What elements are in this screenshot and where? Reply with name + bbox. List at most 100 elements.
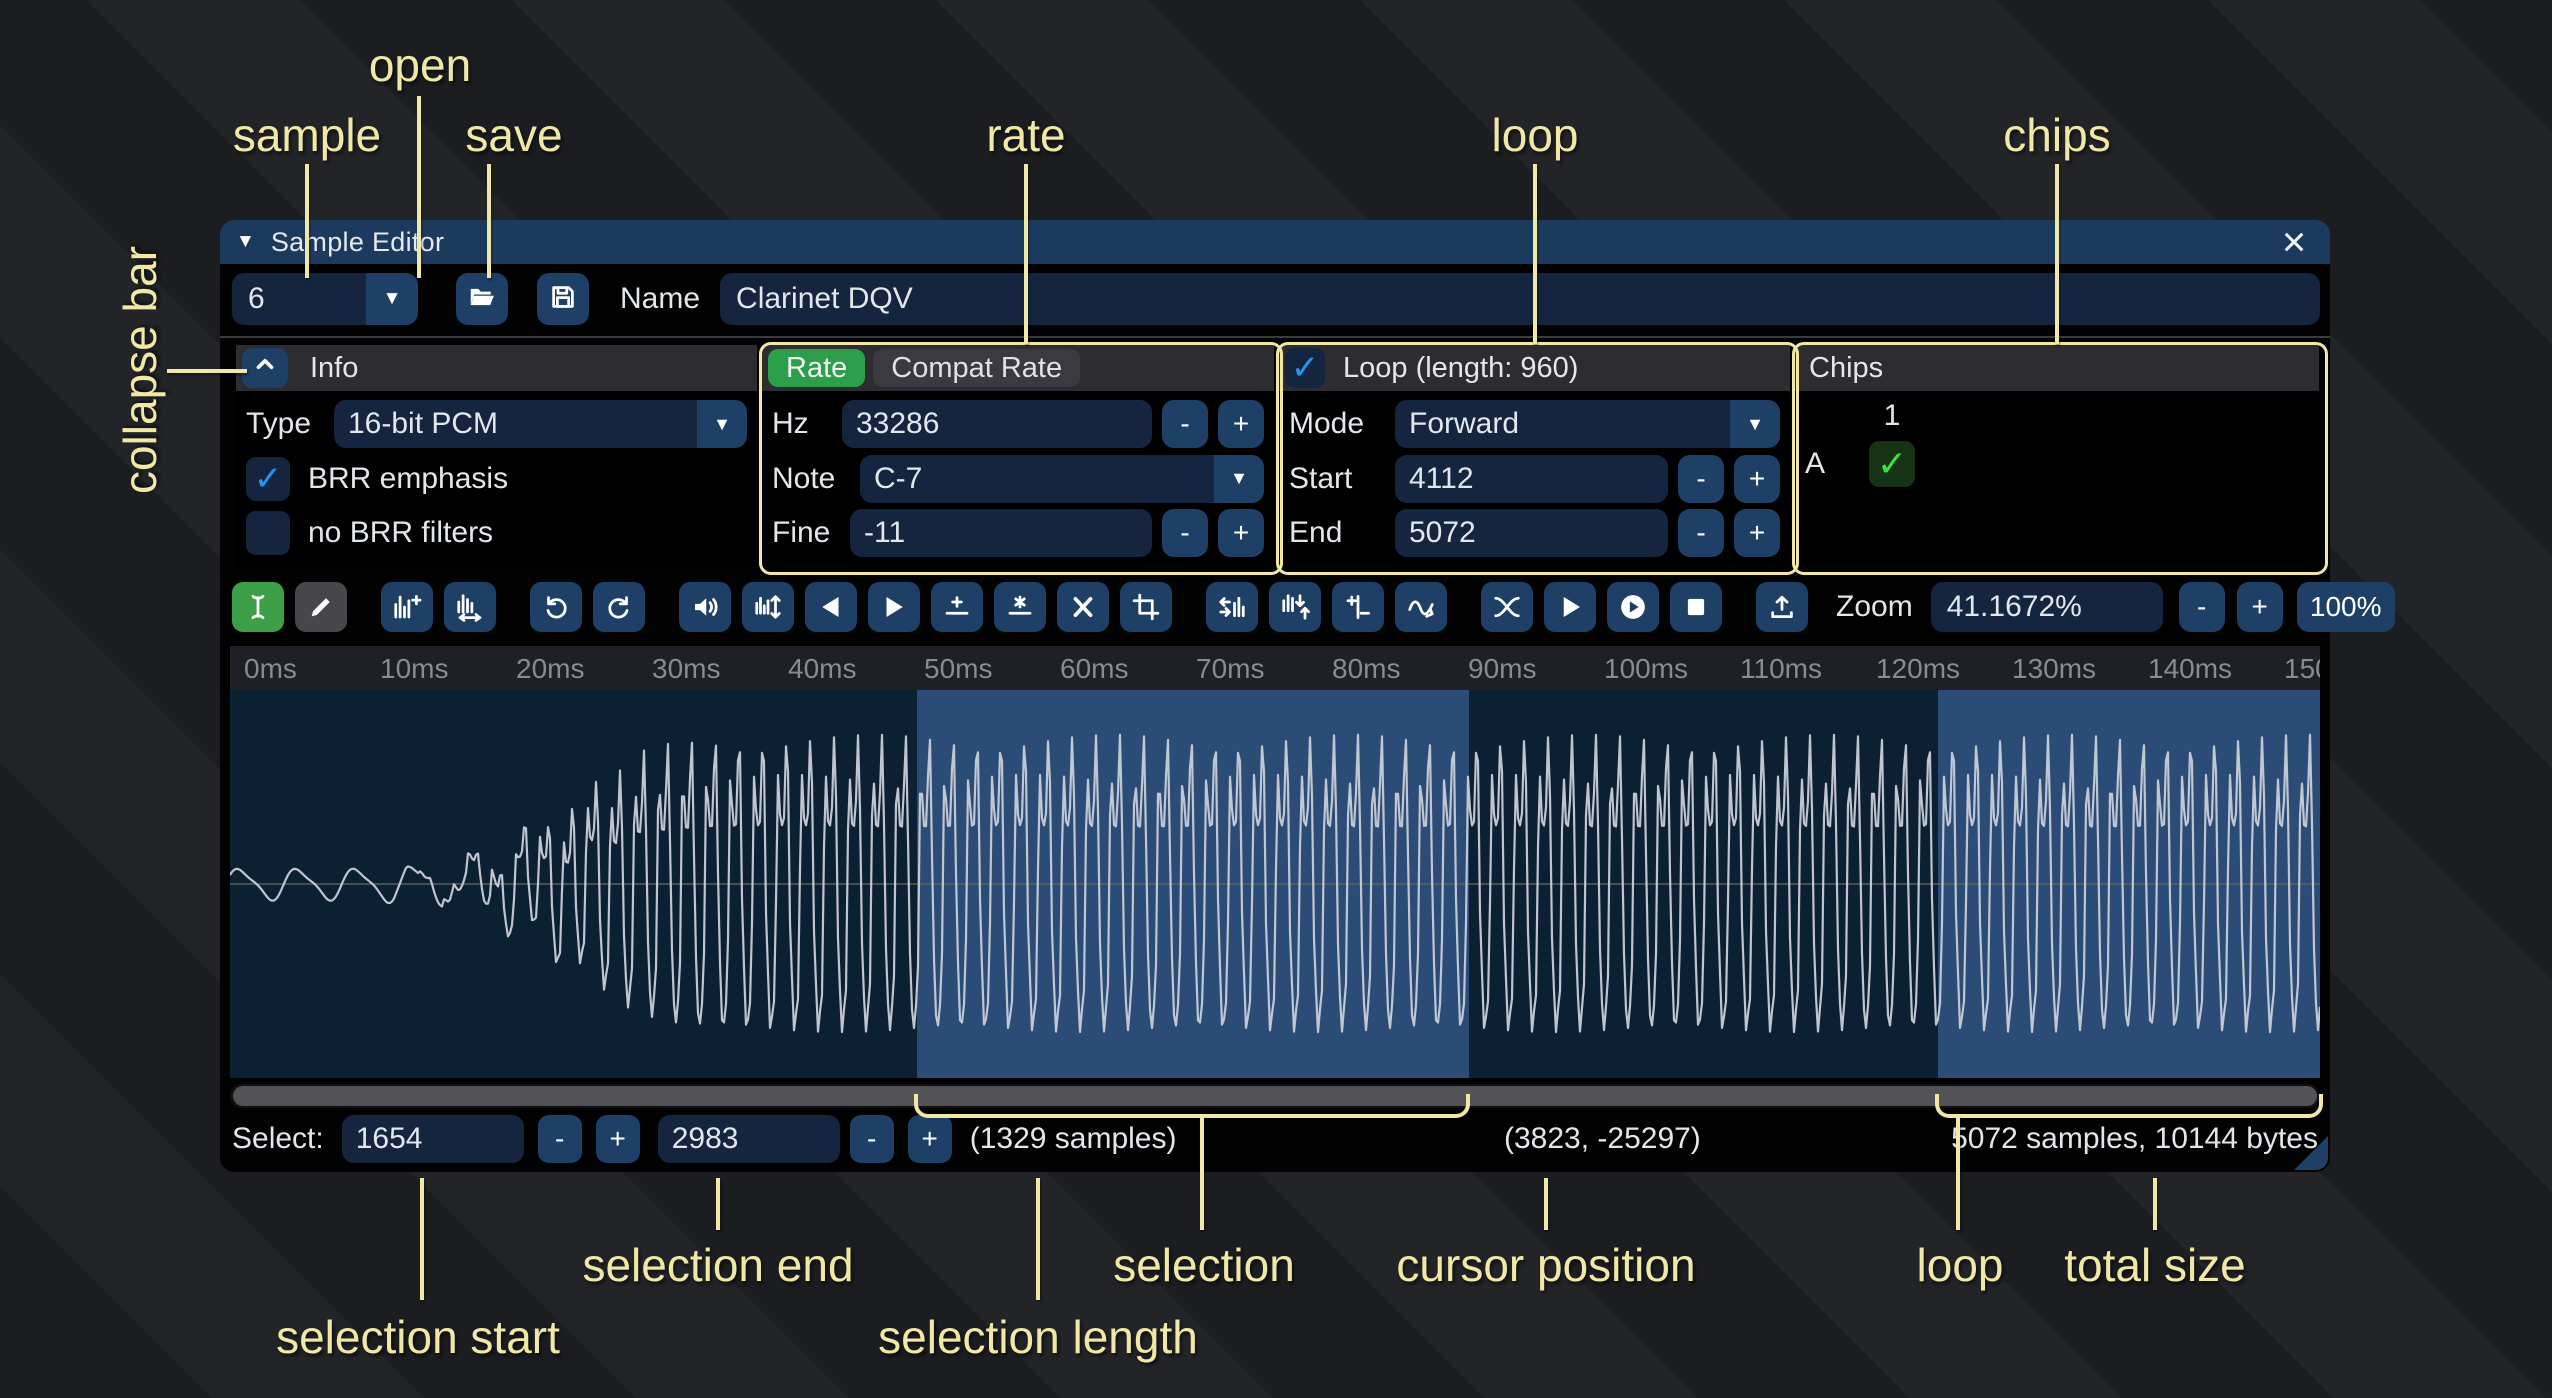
select-mode-button[interactable] xyxy=(232,582,284,632)
filter-button[interactable] xyxy=(1395,582,1447,632)
stop-icon xyxy=(1681,592,1711,622)
ruler-tick: 20ms xyxy=(516,653,584,685)
resize-button[interactable] xyxy=(381,582,433,632)
brr-emphasis-checkbox[interactable]: ✓ xyxy=(246,457,290,501)
invert-icon xyxy=(1280,592,1310,622)
info-header: Info xyxy=(310,352,358,385)
annotation-line-selection xyxy=(1200,1116,1204,1230)
undo-button[interactable] xyxy=(530,582,582,632)
undo-icon xyxy=(541,592,571,622)
annotation-label-sample: sample xyxy=(233,108,381,162)
play-loop-icon xyxy=(1618,592,1648,622)
sample-number-dropdown-icon[interactable]: ▼ xyxy=(366,273,418,325)
title-bar[interactable]: ▼ Sample Editor × xyxy=(220,220,2330,264)
sample-number-select[interactable]: 6 xyxy=(232,273,366,325)
close-icon[interactable]: × xyxy=(2272,220,2316,264)
annotation-label-selection-length: selection length xyxy=(878,1310,1198,1364)
resize-icon xyxy=(392,592,422,622)
resample-button[interactable] xyxy=(444,582,496,632)
play-icon xyxy=(1555,592,1585,622)
annotation-label-chips: chips xyxy=(2003,108,2110,162)
sign-invert-button[interactable] xyxy=(1332,582,1384,632)
amplify-button[interactable] xyxy=(679,582,731,632)
ruler-tick: 90ms xyxy=(1468,653,1536,685)
selection-start-input[interactable]: 1654 xyxy=(342,1115,524,1163)
ruler-tick: 150 xyxy=(2284,653,2320,685)
selection-start-plus-button[interactable]: + xyxy=(596,1115,640,1163)
fade-in-icon xyxy=(816,592,846,622)
total-size-text: 5072 samples, 10144 bytes xyxy=(1951,1122,2318,1156)
normalize-button[interactable] xyxy=(742,582,794,632)
annotation-box-rate xyxy=(759,342,1283,575)
no-brr-filters-checkbox[interactable] xyxy=(246,511,290,555)
open-sample-button[interactable] xyxy=(456,273,508,325)
selection-end-input[interactable]: 2983 xyxy=(658,1115,840,1163)
annotation-line-selection-start xyxy=(420,1178,424,1300)
resize-grip[interactable] xyxy=(2294,1136,2328,1170)
zoom-input[interactable]: 41.1672% xyxy=(1931,582,2163,632)
annotation-line-chips xyxy=(2055,164,2059,344)
status-row: Select: 1654 - + 2983 - + (1329 samples)… xyxy=(232,1112,2320,1166)
waveform-trace xyxy=(230,690,2320,1078)
waveform-view[interactable] xyxy=(230,690,2320,1078)
annotation-line-save xyxy=(487,164,491,278)
save-sample-button[interactable] xyxy=(537,273,589,325)
ruler-tick: 50ms xyxy=(924,653,992,685)
ruler-tick: 60ms xyxy=(1060,653,1128,685)
play-button[interactable] xyxy=(1544,582,1596,632)
reverse-icon xyxy=(1217,592,1247,622)
apply-silence-icon xyxy=(1005,592,1035,622)
annotation-box-loop xyxy=(1276,342,1799,575)
folder-open-icon xyxy=(467,282,497,317)
zoom-reset-button[interactable]: 100% xyxy=(2297,582,2395,632)
annotation-label-rate: rate xyxy=(986,108,1065,162)
sample-name-input[interactable]: Clarinet DQV xyxy=(720,273,2320,325)
annotation-line-cursor-position xyxy=(1544,1178,1548,1230)
ruler-tick: 120ms xyxy=(1876,653,1960,685)
zoom-out-button[interactable]: - xyxy=(2179,582,2225,632)
fade-in-button[interactable] xyxy=(805,582,857,632)
annotation-label-save: save xyxy=(465,108,562,162)
resample-icon xyxy=(455,592,485,622)
chevron-up-icon xyxy=(252,351,278,385)
draw-mode-icon xyxy=(306,592,336,622)
sample-toolbar: Zoom 41.1672% - + 100% xyxy=(232,581,2320,633)
type-label: Type xyxy=(246,407,324,441)
info-panel: Info Type 16-bit PCM ▼ ✓ BRR emphasis no… xyxy=(236,345,757,566)
time-ruler[interactable]: 0ms10ms20ms30ms40ms50ms60ms70ms80ms90ms1… xyxy=(230,646,2320,690)
ruler-tick: 0ms xyxy=(244,653,297,685)
annotation-bracket-loop xyxy=(1935,1094,2323,1118)
redo-button[interactable] xyxy=(593,582,645,632)
fade-out-button[interactable] xyxy=(868,582,920,632)
crossfade-button[interactable] xyxy=(1481,582,1533,632)
selection-length-text: (1329 samples) xyxy=(970,1122,1177,1156)
annotation-label-collapse-bar: collapse bar xyxy=(113,246,167,494)
selection-start-minus-button[interactable]: - xyxy=(538,1115,582,1163)
upload-icon xyxy=(1767,592,1797,622)
apply-silence-button[interactable] xyxy=(994,582,1046,632)
insert-silence-button[interactable] xyxy=(931,582,983,632)
reverse-button[interactable] xyxy=(1206,582,1258,632)
window-collapse-icon[interactable]: ▼ xyxy=(236,231,255,253)
draw-mode-button[interactable] xyxy=(295,582,347,632)
stop-button[interactable] xyxy=(1670,582,1722,632)
zoom-in-button[interactable]: + xyxy=(2237,582,2283,632)
upload-button[interactable] xyxy=(1756,582,1808,632)
info-collapse-button[interactable] xyxy=(242,348,288,388)
type-select[interactable]: 16-bit PCM ▼ xyxy=(334,400,747,448)
annotation-box-chips xyxy=(1792,342,2328,575)
delete-button[interactable] xyxy=(1057,582,1109,632)
annotation-label-cursor-position: cursor position xyxy=(1396,1238,1695,1292)
ruler-tick: 140ms xyxy=(2148,653,2232,685)
annotation-line-loop-bottom xyxy=(1956,1116,1960,1230)
trim-button[interactable] xyxy=(1120,582,1172,632)
invert-button[interactable] xyxy=(1269,582,1321,632)
annotation-line-selection-length xyxy=(1036,1178,1040,1300)
annotation-line-sample xyxy=(305,164,309,278)
play-loop-button[interactable] xyxy=(1607,582,1659,632)
zoom-label: Zoom xyxy=(1836,590,1913,624)
selection-end-minus-button[interactable]: - xyxy=(850,1115,894,1163)
annotation-line-open xyxy=(417,96,421,278)
selection-end-plus-button[interactable]: + xyxy=(908,1115,952,1163)
annotation-line-loop xyxy=(1533,164,1537,344)
